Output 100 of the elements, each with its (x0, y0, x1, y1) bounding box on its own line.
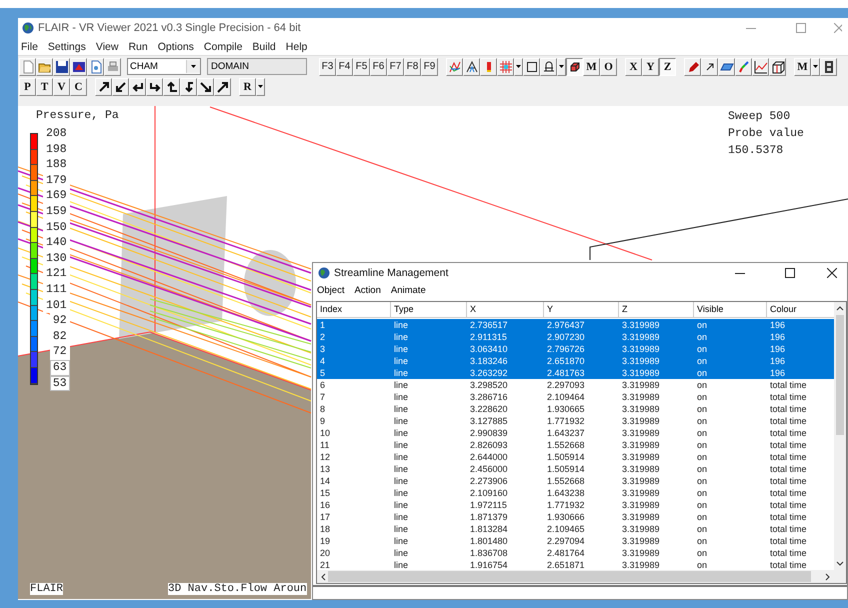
down-turn-arrow-button[interactable] (180, 78, 197, 96)
menu-item[interactable]: Animate (390, 285, 426, 296)
toolbar-button[interactable]: O (600, 58, 617, 76)
scroll-left-icon[interactable] (321, 572, 326, 580)
table-row[interactable]: 15 line 2.109160 1.643238 3.319989 on total time (317, 487, 834, 499)
function-key-button[interactable]: F8 (404, 58, 421, 76)
surface-button[interactable] (718, 58, 735, 76)
return-arrow-button[interactable] (129, 78, 146, 96)
axis-button[interactable]: Z (659, 58, 676, 76)
image-button[interactable] (70, 58, 87, 76)
column-header[interactable]: Y (544, 302, 619, 318)
table-row[interactable]: 9 line 3.127885 1.771932 3.319989 on total time (317, 415, 834, 427)
open-folder-button[interactable] (36, 58, 53, 76)
column-header[interactable]: Index (317, 302, 391, 318)
menu-item[interactable]: Object (317, 285, 344, 296)
table-cell-text: 2.990839 (469, 427, 509, 439)
table-cell-text: 196 (769, 343, 786, 355)
table-row[interactable]: 19 line 1.801480 2.297094 3.319989 on total time (317, 535, 834, 547)
domain-field[interactable]: DOMAIN (207, 58, 307, 75)
toolbar-button[interactable]: M (583, 58, 600, 76)
dropdown-button[interactable] (514, 58, 523, 76)
turn-arrow-button[interactable] (146, 78, 163, 96)
document-button[interactable] (87, 58, 104, 76)
arrow-down-left-button[interactable] (112, 78, 129, 96)
column-header[interactable]: Type (391, 302, 467, 318)
axis-button[interactable]: X (625, 58, 642, 76)
table-row[interactable]: 8 line 3.228620 1.930665 3.319989 on total time (317, 403, 834, 415)
scroll-right-icon[interactable] (825, 572, 830, 580)
vertical-scrollbar[interactable] (834, 302, 846, 570)
function-key-button[interactable]: F9 (421, 58, 438, 76)
bell-button[interactable] (540, 58, 557, 76)
table-row[interactable]: 13 line 2.456000 1.505914 3.319989 on total time (317, 463, 834, 475)
grid-button[interactable] (497, 58, 514, 76)
colour-plot-button[interactable] (446, 58, 463, 76)
menu-item[interactable]: Run (128, 40, 148, 52)
rainbow-line-button[interactable] (735, 58, 752, 76)
scroll-up-icon[interactable] (836, 306, 844, 311)
document-icon (88, 60, 102, 74)
arrow-up-right-button[interactable] (95, 78, 112, 96)
toolbar-button[interactable]: P (19, 78, 36, 96)
new-file-button[interactable] (19, 58, 36, 76)
table-row[interactable]: 1 line 2.736517 2.976437 3.319989 on 196 (317, 319, 834, 331)
arrow-button[interactable] (701, 58, 718, 76)
line-chart-button[interactable] (752, 58, 769, 76)
menu-item[interactable]: Options (158, 40, 194, 52)
horizontal-scrollbar[interactable] (317, 570, 846, 583)
table-cell-text: on (696, 499, 708, 511)
menu-item[interactable]: Action (354, 285, 381, 296)
table-row[interactable]: 2 line 2.911315 2.907230 3.319989 on 196 (317, 331, 834, 343)
function-key-button[interactable]: F4 (336, 58, 353, 76)
menu-item[interactable]: Help (286, 40, 308, 52)
square-button[interactable] (523, 58, 540, 76)
pencil-button[interactable] (684, 58, 701, 76)
contour-button[interactable] (463, 58, 480, 76)
toolbar-button[interactable]: C (70, 78, 87, 96)
toolbar-button[interactable]: T (36, 78, 53, 96)
toolbar-button[interactable]: M (794, 58, 811, 76)
table-row[interactable]: 12 line 2.644000 1.505914 3.319989 on total time (317, 451, 834, 463)
arrow-down-right-button[interactable] (197, 78, 214, 96)
menu-item[interactable]: Settings (48, 40, 86, 52)
table-row[interactable]: 5 line 3.263292 2.481763 3.319989 on 196 (317, 367, 834, 379)
menu-item[interactable]: Build (252, 40, 276, 52)
table-row[interactable]: 18 line 1.813284 2.109465 3.319989 on total time (317, 523, 834, 535)
table-row[interactable]: 11 line 2.826093 1.552668 3.319989 on total time (317, 439, 834, 451)
marker-button[interactable] (480, 58, 497, 76)
menu-item[interactable]: File (21, 40, 38, 52)
table-row[interactable]: 16 line 1.972115 1.771932 3.319989 on total time (317, 499, 834, 511)
menu-item[interactable]: View (96, 40, 118, 52)
arrow-up-right-bold-button[interactable] (214, 78, 231, 96)
table-row[interactable]: 10 line 2.990839 1.643237 3.319989 on total time (317, 427, 834, 439)
function-key-button[interactable]: F6 (370, 58, 387, 76)
up-turn-arrow-button[interactable] (163, 78, 180, 96)
table-row[interactable]: 14 line 2.273906 1.552668 3.319989 on total time (317, 475, 834, 487)
column-header[interactable]: X (467, 302, 544, 318)
function-key-button[interactable]: F7 (387, 58, 404, 76)
scroll-down-icon[interactable] (836, 561, 844, 566)
save-button[interactable] (53, 58, 70, 76)
table-row[interactable]: 7 line 3.286716 2.109464 3.319989 on total time (317, 391, 834, 403)
menu-item[interactable]: Compile (204, 40, 242, 52)
axis-button[interactable]: Y (642, 58, 659, 76)
box-button[interactable] (769, 58, 786, 76)
table-row[interactable]: 20 line 1.836708 2.481764 3.319989 on total time (317, 547, 834, 559)
table-row[interactable]: 21 line 1.916754 2.651871 3.319989 on total time (317, 559, 834, 570)
function-key-button[interactable]: F3 (319, 58, 336, 76)
dropdown-button[interactable] (811, 58, 820, 76)
table-row[interactable]: 4 line 3.183246 2.651870 3.319989 on 196 (317, 355, 834, 367)
dropdown-button[interactable] (557, 58, 566, 76)
column-header[interactable]: Z (619, 302, 694, 318)
case-dropdown[interactable]: CHAM (127, 58, 201, 75)
function-key-button[interactable]: F5 (353, 58, 370, 76)
cube-button[interactable] (566, 58, 583, 76)
table-row[interactable]: 6 line 3.298520 2.297093 3.319989 on total time (317, 379, 834, 391)
table-cell-text: 3.319989 (621, 319, 661, 331)
film-button[interactable] (820, 58, 837, 76)
column-header[interactable]: Visible (694, 302, 767, 318)
toolbar-button[interactable]: V (53, 78, 70, 96)
table-row[interactable]: 3 line 3.063410 2.796726 3.319989 on 196 (317, 343, 834, 355)
toolbar-button[interactable]: R (239, 78, 256, 96)
table-row[interactable]: 17 line 1.871379 1.930666 3.319989 on total time (317, 511, 834, 523)
dropdown-button[interactable] (256, 78, 265, 96)
